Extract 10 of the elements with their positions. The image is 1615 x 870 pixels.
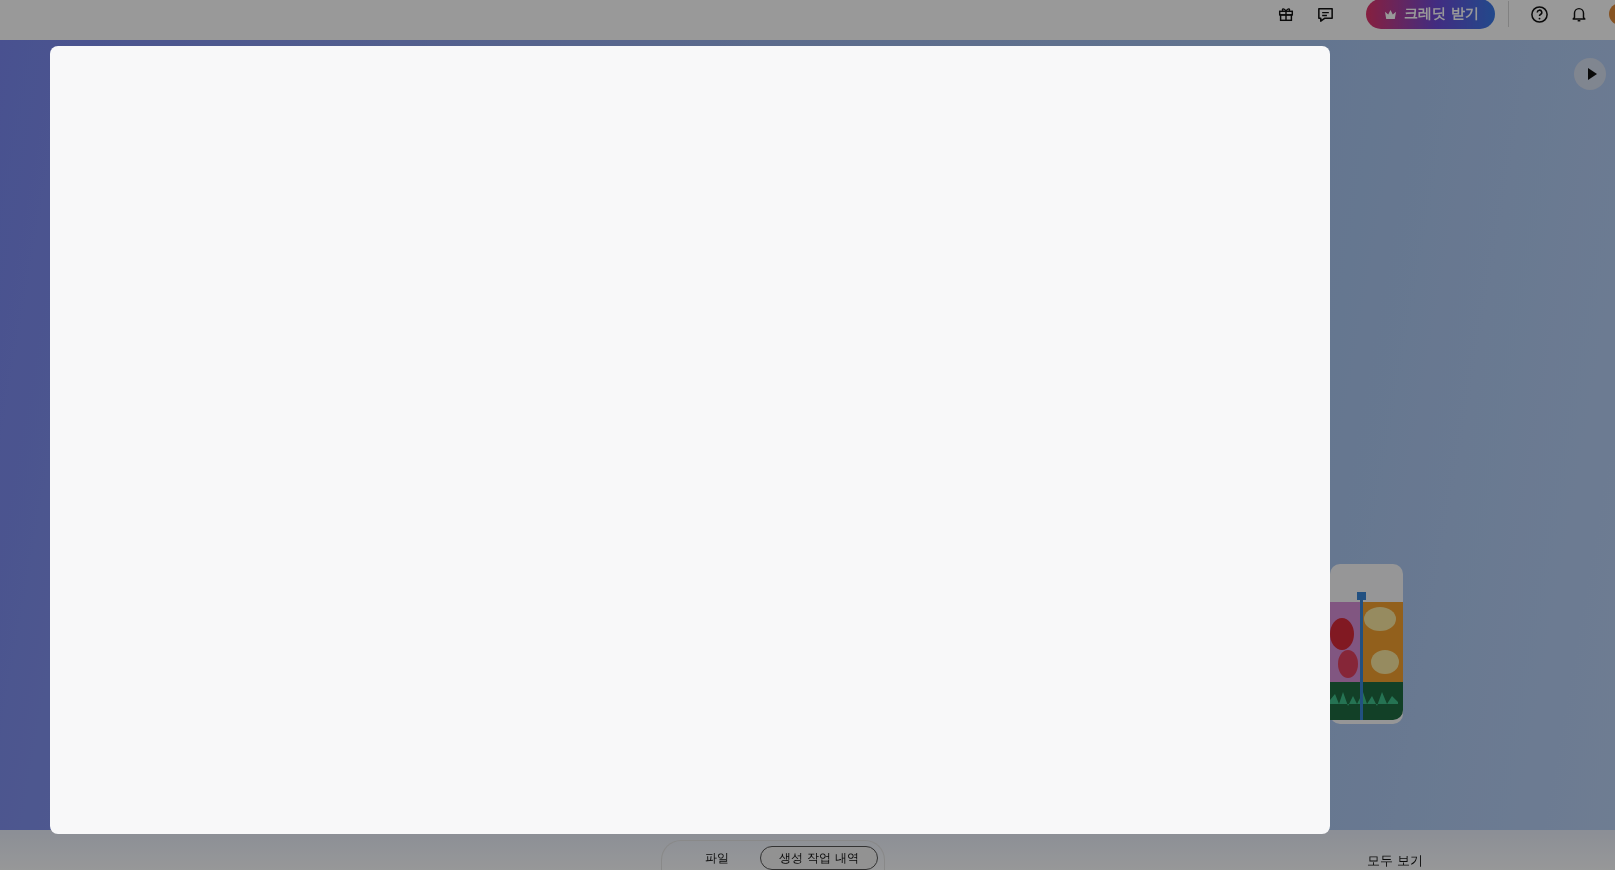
- tab[interactable]: 파일: [686, 846, 748, 870]
- play-button[interactable]: [1574, 58, 1606, 90]
- see-all-link[interactable]: 모두 보기: [1366, 852, 1423, 870]
- play-icon: [1586, 68, 1597, 80]
- credit-button[interactable]: 크레딧 받기: [1366, 0, 1495, 29]
- tab[interactable]: 생성 작업 내역: [760, 846, 878, 870]
- help-icon[interactable]: [1530, 4, 1549, 24]
- crown-icon: [1384, 8, 1398, 20]
- bell-icon[interactable]: [1570, 5, 1588, 23]
- gift-icon[interactable]: [1277, 5, 1296, 23]
